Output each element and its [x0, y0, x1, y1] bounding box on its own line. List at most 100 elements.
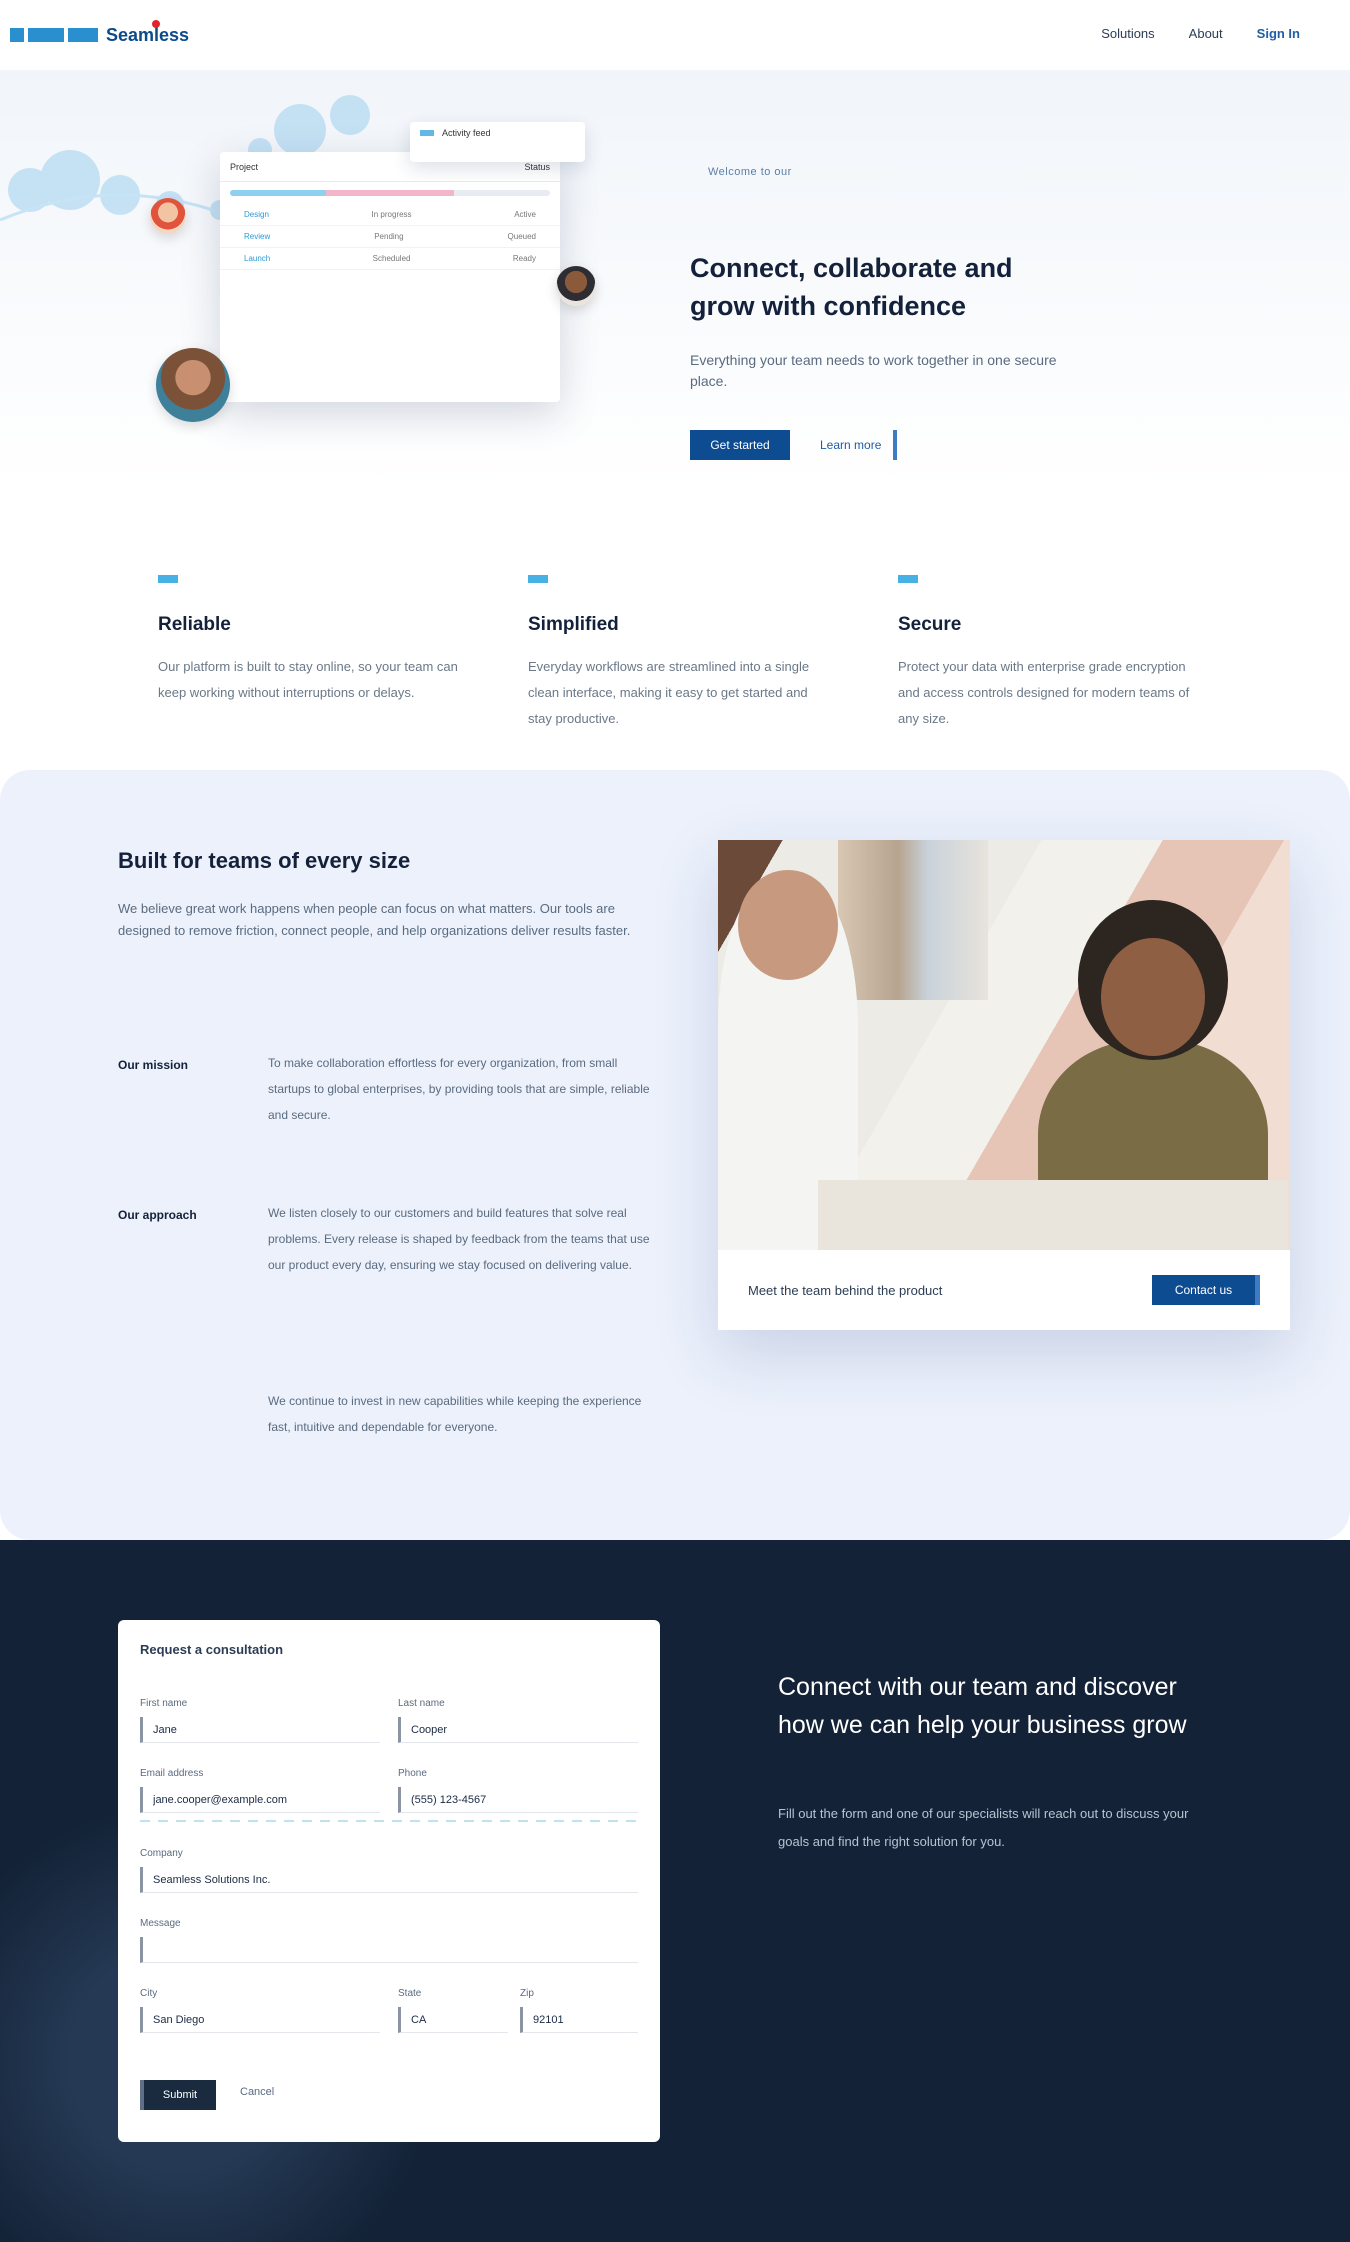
card-footer: Meet the team behind the product Contact…: [718, 1250, 1290, 1330]
about-term: Our mission: [118, 1058, 189, 1072]
mockup-row: Launch Scheduled Ready: [220, 248, 560, 270]
logo-mark: [28, 28, 64, 42]
feature-card: Secure Protect your data with enterprise…: [898, 570, 1198, 732]
mockup-header-label: Project: [230, 161, 259, 172]
form-divider: [140, 1820, 638, 1822]
cancel-link[interactable]: Cancel: [240, 2086, 274, 2098]
message-group: Message: [140, 1918, 638, 1963]
email-group: Email address: [140, 1768, 380, 1813]
status-chip-icon: [420, 130, 434, 136]
hero-title: Connect, collaborate and grow with confi…: [690, 253, 1013, 321]
mockup-cell: Review: [244, 232, 271, 241]
feature-tag-icon: [898, 575, 918, 583]
last-name-field[interactable]: [398, 1717, 638, 1743]
contact-text: Fill out the form and one of our special…: [778, 1806, 1189, 1849]
wall-art: [838, 840, 988, 1000]
logo-dot-icon: [152, 20, 160, 28]
email-field[interactable]: [140, 1787, 380, 1813]
city-field[interactable]: [140, 2007, 380, 2033]
contact-form: Request a consultation First name Last n…: [118, 1620, 660, 2142]
nav-link-about[interactable]: About: [1189, 26, 1223, 41]
mockup-row: Design In progress Active: [220, 204, 560, 226]
feature-title: Reliable: [158, 614, 231, 635]
contact-title: Connect with our team and discover how w…: [778, 1673, 1187, 1739]
state-select[interactable]: [398, 2007, 508, 2033]
phone-field[interactable]: [398, 1787, 638, 1813]
about-lead: We believe great work happens when peopl…: [118, 901, 631, 938]
feature-title: Secure: [898, 614, 962, 635]
main-nav: Solutions About Sign In: [1101, 26, 1300, 41]
person-figure: [1101, 938, 1205, 1056]
about-desc: We listen closely to our customers and b…: [268, 1206, 650, 1272]
feature-text: Everyday workflows are streamlined into …: [528, 659, 810, 726]
card-caption: Meet the team behind the product: [748, 1282, 943, 1298]
about-title: Built for teams of every size: [118, 848, 411, 873]
feature-title: Simplified: [528, 614, 619, 635]
table-surface: [818, 1180, 1288, 1250]
mockup-floating-card: Activity feed: [410, 122, 585, 162]
nav-link-sign-in[interactable]: Sign In: [1257, 26, 1300, 41]
email-label: Email address: [140, 1768, 204, 1779]
mockup-cell: Pending: [374, 232, 404, 241]
learn-more-link[interactable]: Learn more: [820, 430, 898, 460]
message-field[interactable]: [140, 1937, 638, 1963]
mockup-header-label: Status: [524, 161, 550, 172]
logo-mark: [10, 28, 24, 42]
brand-logo[interactable]: Seamless: [10, 20, 189, 50]
site-header: Seamless Solutions About Sign In: [0, 0, 1350, 70]
mockup-cell: Active: [514, 210, 536, 219]
mockup-cell: In progress: [371, 210, 412, 219]
mockup-cell: Queued: [507, 232, 536, 241]
zip-label: Zip: [520, 1988, 534, 1999]
first-name-field[interactable]: [140, 1717, 380, 1743]
logo-text: Seamless: [106, 24, 190, 45]
contact-us-button[interactable]: Contact us: [1152, 1275, 1260, 1305]
user-avatar: [556, 266, 596, 306]
submit-button[interactable]: Submit: [140, 2080, 216, 2110]
mockup-cell: Launch: [244, 254, 271, 263]
mockup-cell: Design: [244, 210, 269, 219]
about-section: Built for teams of every size We believe…: [0, 770, 1350, 1540]
nav-link-solutions[interactable]: Solutions: [1101, 26, 1154, 41]
city-label: City: [140, 1988, 158, 1999]
person-figure: [738, 870, 838, 980]
state-group: State: [398, 1988, 508, 2033]
zip-group: Zip: [520, 1988, 638, 2033]
feature-text: Protect your data with enterprise grade …: [898, 659, 1190, 726]
floating-card-label: Activity feed: [442, 128, 491, 138]
feature-card: Simplified Everyday workflows are stream…: [528, 570, 828, 732]
first-name-group: First name: [140, 1698, 380, 1743]
user-avatar: [156, 348, 230, 422]
city-group: City: [140, 1988, 380, 2033]
team-photo-card: Meet the team behind the product Contact…: [718, 840, 1290, 1330]
mockup-row: Review Pending Queued: [220, 226, 560, 248]
user-avatar: [150, 198, 186, 234]
hero-section: Project Status Design In progress Active…: [0, 70, 1350, 770]
about-desc: To make collaboration effortless for eve…: [268, 1056, 650, 1122]
mockup-cell: Scheduled: [372, 254, 411, 263]
logo-mark: [68, 28, 98, 42]
feature-text: Our platform is built to stay online, so…: [158, 659, 458, 700]
phone-label: Phone: [398, 1768, 427, 1779]
last-name-group: Last name: [398, 1698, 638, 1743]
mockup-progress-bar: [230, 190, 550, 196]
mockup-cell: Ready: [512, 254, 536, 263]
hero-eyebrow: Welcome to our: [708, 166, 792, 178]
company-group: Company: [140, 1848, 638, 1893]
feature-tag-icon: [528, 575, 548, 583]
first-name-label: First name: [140, 1698, 188, 1709]
last-name-label: Last name: [398, 1698, 445, 1709]
state-label: State: [398, 1988, 422, 1999]
about-desc: We continue to invest in new capabilitie…: [268, 1394, 642, 1434]
hero-description: Everything your team needs to work toget…: [690, 352, 1057, 389]
about-term: Our approach: [118, 1208, 197, 1222]
company-field[interactable]: [140, 1867, 638, 1893]
zip-field[interactable]: [520, 2007, 638, 2033]
form-title: Request a consultation: [140, 1642, 284, 1657]
company-label: Company: [140, 1848, 183, 1859]
get-started-button[interactable]: Get started: [690, 430, 790, 460]
feature-tag-icon: [158, 575, 178, 583]
message-label: Message: [140, 1918, 181, 1929]
team-photo: [718, 840, 1290, 1250]
phone-group: Phone: [398, 1768, 638, 1813]
